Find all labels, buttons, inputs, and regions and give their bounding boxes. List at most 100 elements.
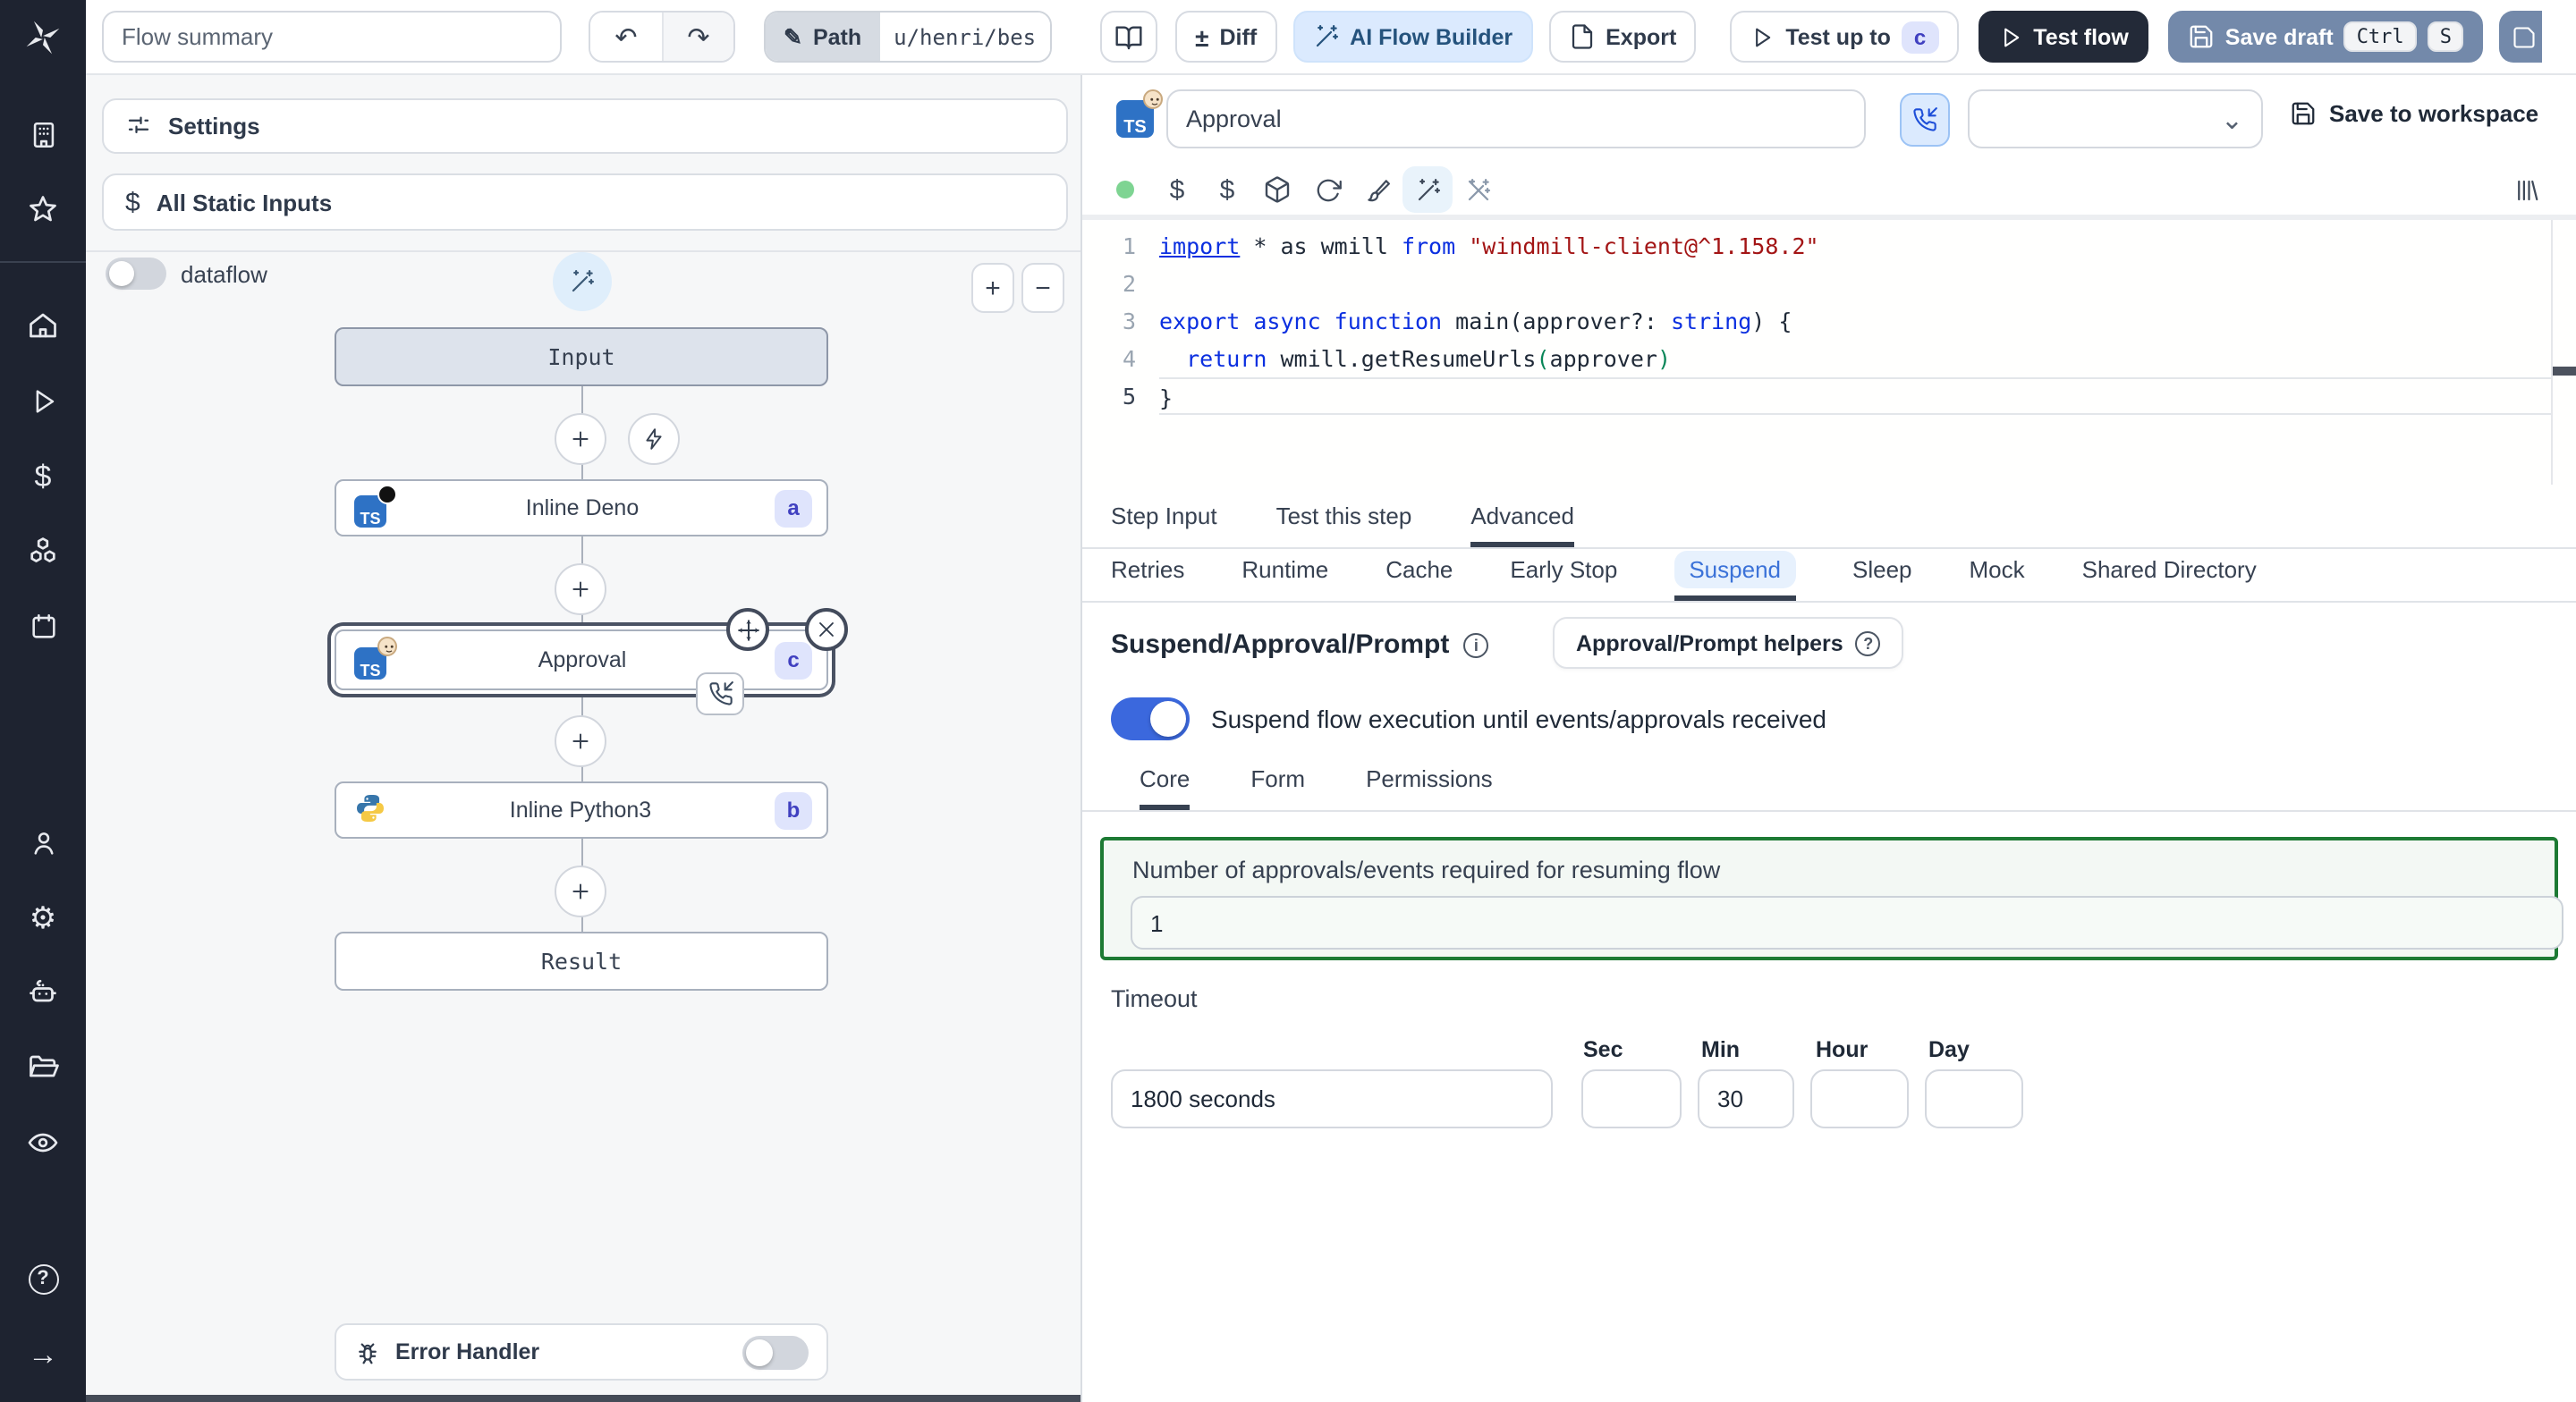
- approvals-required-input[interactable]: [1131, 896, 2563, 950]
- add-step-button[interactable]: [555, 563, 606, 615]
- docs-book-button[interactable]: [1100, 11, 1158, 63]
- all-static-inputs-button[interactable]: $ All Static Inputs: [102, 173, 1068, 231]
- flow-summary-input[interactable]: [102, 11, 562, 63]
- kbd-s: S: [2427, 21, 2464, 52]
- save-to-workspace-button[interactable]: Save to workspace: [2290, 100, 2538, 127]
- subtab-shared-directory[interactable]: Shared Directory: [2082, 556, 2257, 601]
- timeout-hour-input[interactable]: [1810, 1069, 1909, 1128]
- tab-permissions[interactable]: Permissions: [1366, 765, 1493, 810]
- subtab-runtime[interactable]: Runtime: [1241, 556, 1328, 601]
- env-vars-dollar-icon[interactable]: $: [1152, 166, 1202, 213]
- flow-node-result[interactable]: Result: [335, 932, 828, 991]
- app-sidebar: $ ⚙ ? →: [0, 0, 86, 1402]
- variables-dollar-icon[interactable]: $: [21, 454, 64, 497]
- add-step-button[interactable]: [555, 715, 606, 767]
- redo-button[interactable]: ↷: [662, 13, 733, 61]
- timeout-min-input[interactable]: [1698, 1069, 1794, 1128]
- format-brush-icon[interactable]: [1352, 166, 1402, 213]
- graph-horizontal-scrollbar[interactable]: [86, 1395, 1080, 1402]
- resources-cubes-icon[interactable]: [21, 529, 64, 572]
- code-editor[interactable]: 1 import * as wmill from "windmill-clien…: [1082, 215, 2576, 490]
- subtab-mock[interactable]: Mock: [1970, 556, 2025, 601]
- home-icon[interactable]: [21, 304, 64, 347]
- info-icon[interactable]: i: [1463, 632, 1489, 657]
- delete-step-button[interactable]: [805, 608, 848, 651]
- add-step-button[interactable]: [555, 866, 606, 917]
- code-line-5: 5 }: [1082, 377, 2576, 415]
- zoom-in-button[interactable]: +: [971, 263, 1014, 313]
- workers-robot-icon[interactable]: [21, 971, 64, 1014]
- ai-flow-builder-button[interactable]: AI Flow Builder: [1292, 11, 1533, 63]
- runs-play-icon[interactable]: [21, 379, 64, 422]
- editor-scrollbar-thumb[interactable]: [2553, 367, 2576, 376]
- advanced-subtabs: Retries Runtime Cache Early Stop Suspend…: [1082, 551, 2576, 603]
- flow-node-input[interactable]: Input: [335, 327, 828, 386]
- tab-advanced[interactable]: Advanced: [1470, 503, 1574, 547]
- approvals-required-box: Number of approvals/events required for …: [1100, 837, 2563, 960]
- schedules-calendar-icon[interactable]: [21, 604, 64, 647]
- undo-button[interactable]: ↶: [590, 13, 662, 61]
- package-icon[interactable]: [1252, 166, 1302, 213]
- subtab-early-stop[interactable]: Early Stop: [1510, 556, 1617, 601]
- chevron-down-icon: ⌄: [2220, 105, 2243, 135]
- folders-icon[interactable]: [21, 1046, 64, 1089]
- settings-gear-icon[interactable]: ⚙: [21, 896, 64, 939]
- timeout-day-input[interactable]: [1925, 1069, 2023, 1128]
- flow-graph-panel: Settings $ All Static Inputs dataflow + …: [86, 75, 1082, 1402]
- approval-prompt-helpers-button[interactable]: Approval/Prompt helpers ?: [1553, 617, 1904, 669]
- ai-disabled-wand-off-icon[interactable]: [1453, 166, 1503, 213]
- dollar-icon: $: [125, 187, 140, 217]
- expand-sidebar-arrow-icon[interactable]: →: [21, 1332, 64, 1375]
- move-step-button[interactable]: [726, 608, 769, 651]
- subtab-sleep[interactable]: Sleep: [1852, 556, 1912, 601]
- reload-icon[interactable]: [1302, 166, 1352, 213]
- ai-assistant-wand-icon[interactable]: [1402, 166, 1453, 213]
- step-id-badge: b: [775, 791, 812, 829]
- diff-bars-icon[interactable]: [2501, 166, 2551, 213]
- add-trigger-bolt-button[interactable]: [628, 413, 680, 465]
- diff-button[interactable]: ± Diff: [1175, 11, 1277, 63]
- contextual-vars-dollar-icon[interactable]: $: [1202, 166, 1252, 213]
- flow-node-inline-python3[interactable]: Inline Python3 b: [335, 781, 828, 839]
- diff-icon: ±: [1195, 22, 1209, 51]
- help-icon: ?: [1855, 630, 1881, 655]
- tab-step-input[interactable]: Step Input: [1111, 503, 1217, 547]
- logs-eye-icon[interactable]: [21, 1121, 64, 1164]
- approval-emoji-icon: [1143, 89, 1163, 109]
- flow-node-inline-deno[interactable]: TS Inline Deno a: [335, 479, 828, 536]
- subtab-cache[interactable]: Cache: [1385, 556, 1453, 601]
- export-button[interactable]: Export: [1548, 11, 1697, 63]
- dataflow-toggle[interactable]: [106, 258, 166, 290]
- workspace-building-icon[interactable]: [21, 113, 64, 156]
- pencil-icon: ✎: [784, 25, 802, 50]
- step-tabs: Step Input Test this step Advanced: [1082, 495, 2576, 549]
- user-icon[interactable]: [21, 821, 64, 864]
- subtab-suspend[interactable]: Suspend: [1674, 551, 1795, 601]
- test-flow-button[interactable]: Test flow: [1978, 11, 2148, 63]
- flow-settings-button[interactable]: Settings: [102, 98, 1068, 154]
- subtab-retries[interactable]: Retries: [1111, 556, 1184, 601]
- tab-test-this-step[interactable]: Test this step: [1276, 503, 1412, 547]
- suspend-phone-button[interactable]: [1900, 93, 1950, 147]
- timeout-seconds-input[interactable]: [1111, 1069, 1553, 1128]
- error-handler-card[interactable]: Error Handler: [335, 1323, 828, 1381]
- suspend-enable-toggle[interactable]: [1111, 697, 1190, 740]
- path-label: Path: [812, 24, 862, 49]
- step-name-input[interactable]: [1166, 89, 1866, 148]
- save-draft-button[interactable]: Save draft Ctrl S: [2167, 11, 2484, 63]
- suspend-section-title: Suspend/Approval/Prompt: [1111, 629, 1450, 660]
- add-step-button[interactable]: [555, 413, 606, 465]
- tab-form[interactable]: Form: [1250, 765, 1305, 810]
- zoom-out-button[interactable]: −: [1021, 263, 1064, 313]
- help-icon[interactable]: ?: [21, 1257, 64, 1300]
- worker-tag-select[interactable]: ⌄: [1968, 89, 2263, 148]
- error-handler-toggle[interactable]: [742, 1335, 809, 1369]
- path-button[interactable]: ✎ Path u/henri/bes: [764, 11, 1053, 63]
- windmill-logo-icon[interactable]: [23, 18, 63, 57]
- test-up-to-button[interactable]: Test up to c: [1730, 11, 1959, 63]
- timeout-sec-input[interactable]: [1581, 1069, 1682, 1128]
- deploy-button-partial[interactable]: [2499, 11, 2543, 63]
- tab-core[interactable]: Core: [1140, 765, 1191, 810]
- favorites-star-icon[interactable]: [21, 188, 64, 231]
- ai-graph-wand-button[interactable]: [553, 252, 612, 311]
